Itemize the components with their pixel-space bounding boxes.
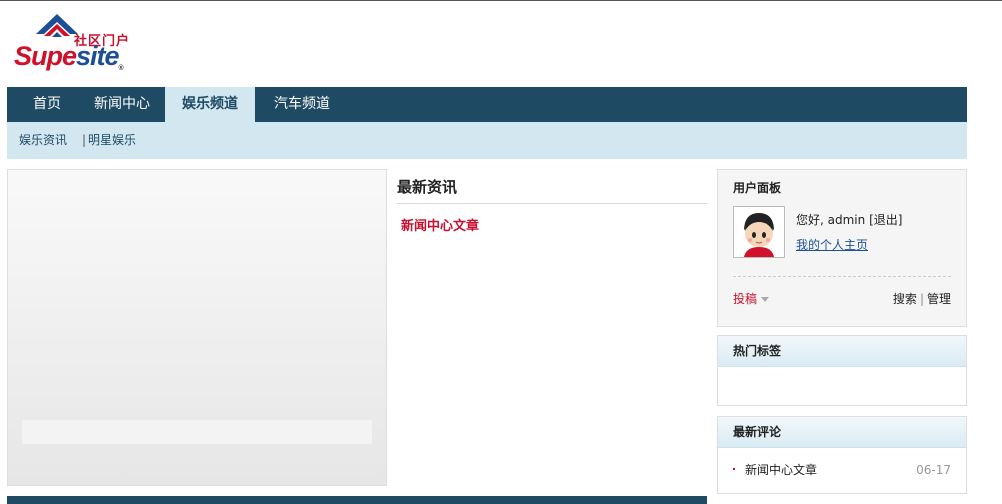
slideshow-caption-bar — [22, 420, 372, 444]
latest-comments-title: 最新评论 — [718, 417, 966, 448]
user-greeting: 您好, admin [退出] — [796, 211, 902, 228]
main-nav: 首页 新闻中心 娱乐频道 汽车频道 — [7, 87, 967, 122]
avatar-face-icon — [734, 207, 784, 257]
manage-link[interactable]: 管理 — [927, 292, 951, 306]
logo-wordmark: Supesite® — [14, 41, 124, 72]
user-tools: 搜索 | 管理 — [893, 290, 951, 307]
divider — [397, 203, 707, 204]
latest-news-item[interactable]: 新闻中心文章 — [401, 215, 479, 234]
latest-comments-box: 最新评论 新闻中心文章 06-17 — [717, 416, 967, 494]
nav-item-auto[interactable]: 汽车频道 — [262, 87, 342, 122]
hot-tags-box: 热门标签 — [717, 335, 967, 406]
list-item[interactable]: 新闻中心文章 06-17 — [718, 448, 966, 478]
house-logo-icon — [36, 14, 78, 37]
section-bar — [7, 496, 707, 504]
hot-tags-title: 热门标签 — [718, 336, 966, 367]
nav-item-news-center[interactable]: 新闻中心 — [82, 87, 162, 122]
user-panel-title: 用户面板 — [733, 181, 782, 195]
top-border — [0, 0, 1002, 1]
subnav-item-star-entertainment[interactable]: 明星娱乐 — [88, 122, 136, 159]
registered-mark: ® — [118, 65, 124, 72]
nav-item-entertainment[interactable]: 娱乐频道 — [165, 87, 255, 122]
nav-item-home[interactable]: 首页 — [19, 87, 75, 122]
avatar[interactable] — [733, 206, 785, 258]
user-panel: 用户面板 您好, admin [退出] 我的个人主页 投稿 搜索 | 管理 — [717, 169, 967, 327]
homepage-link[interactable]: 我的个人主页 — [796, 236, 868, 253]
bullet-icon — [733, 468, 735, 470]
latest-news-title: 最新资讯 — [397, 178, 458, 196]
subnav-separator: | — [82, 133, 87, 147]
logo-wordmark-part2: site — [76, 41, 120, 71]
post-dropdown-button[interactable]: 投稿 — [733, 290, 770, 307]
chevron-down-icon — [761, 297, 770, 302]
search-link[interactable]: 搜索 — [893, 292, 917, 306]
comment-article-title: 新闻中心文章 — [745, 463, 818, 477]
logo-wordmark-part1: Supe — [14, 41, 77, 71]
dashed-divider — [733, 276, 951, 277]
greeting-text: 您好, admin — [796, 213, 866, 227]
tools-separator: | — [919, 292, 924, 306]
featured-slideshow[interactable] — [7, 169, 387, 486]
sub-nav: 娱乐资讯 | 明星娱乐 — [7, 122, 967, 159]
logout-link[interactable]: [退出] — [869, 213, 902, 227]
site-logo[interactable]: 社区门户 Supesite® — [14, 14, 144, 74]
subnav-item-entertainment-news[interactable]: 娱乐资讯 — [19, 122, 67, 159]
post-label: 投稿 — [733, 292, 758, 306]
comment-date: 06-17 — [916, 463, 951, 477]
